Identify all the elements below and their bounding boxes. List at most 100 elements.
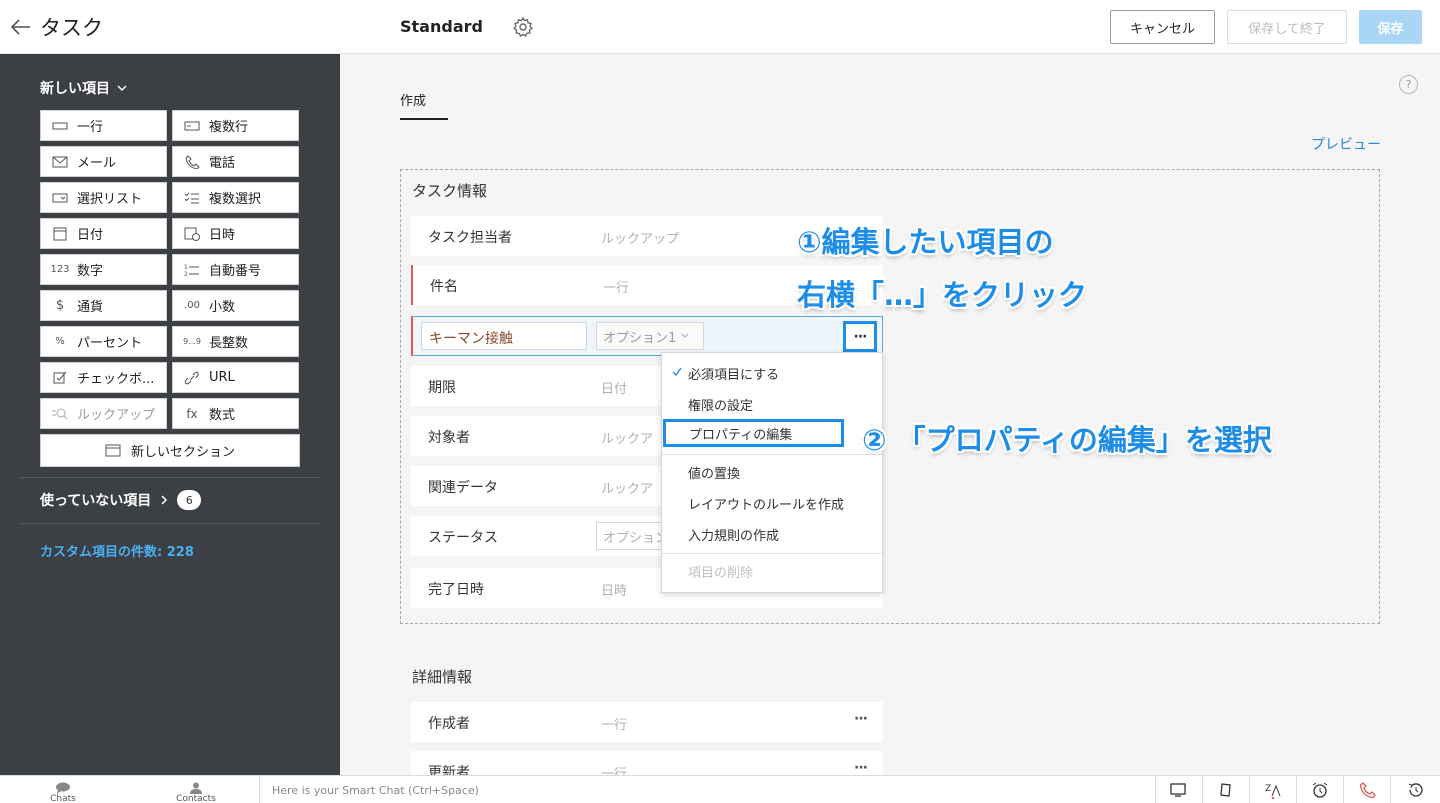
contacts-button[interactable]: Contacts [170,776,222,803]
menu-item-label: 必須項目にする [688,367,780,383]
preview-link[interactable]: プレビュー [1311,134,1381,154]
section-icon [105,444,121,457]
check-icon [672,367,682,377]
unused-items-toggle[interactable]: 使っていない項目 6 [40,490,202,510]
field-type-phone[interactable]: 電話 [172,146,299,177]
field-row[interactable]: 作成者 一行 ··· [411,702,883,742]
help-icon[interactable]: ? [1399,75,1418,94]
field-type: 一行 [603,281,630,296]
chevron-right-icon [161,495,168,505]
field-type-checkbox[interactable]: チェックボ... [40,362,167,393]
calendar-icon [53,227,67,240]
field-type: ルックアップ [601,232,680,247]
field-type-picklist[interactable]: 選択リスト [40,182,167,213]
svg-text:2: 2 [184,271,188,277]
field-type-label: 数字 [77,264,104,279]
picklist-preview[interactable]: オプション1 [596,322,704,350]
field-type-label: 一行 [77,120,104,135]
field-label-input[interactable]: キーマン接触 [421,322,587,350]
menu-item-edit-properties[interactable]: プロパティの編集 [663,419,844,447]
field-type-number[interactable]: 123 数字 [40,254,167,285]
notes-button[interactable] [1202,776,1249,803]
sidebar-divider [20,477,320,478]
tab-create[interactable]: 作成 [400,90,426,109]
new-items-label: 新しい項目 [40,81,110,97]
field-type-multiselect[interactable]: 複数選択 [172,182,299,213]
menu-item-label: レイアウトのルールを作成 [688,497,845,513]
menu-item-replace-values[interactable]: 値の置換 [662,458,882,486]
field-type-datetime[interactable]: 日時 [172,218,299,249]
chats-button[interactable]: Chats [40,776,86,803]
menu-item-permissions[interactable]: 権限の設定 [662,390,882,418]
annotation-step1-line2: 右横「…」をクリック [797,278,1088,312]
screen-share-button[interactable] [1155,776,1202,803]
field-type-single-line[interactable]: 一行 [40,110,167,141]
field-type-label: 通貨 [77,300,104,315]
more-options-button[interactable]: ··· [843,321,877,352]
monitor-icon [1170,783,1186,797]
field-type-percent[interactable]: % パーセント [40,326,167,357]
field-type-label: 日時 [209,228,236,243]
field-type-formula[interactable]: fx 数式 [172,398,299,429]
phone-icon [185,154,200,169]
annotation-step1-line1: ①編集したい項目の [797,225,1054,259]
back-arrow-icon[interactable] [8,14,34,40]
phone-call-button[interactable] [1343,776,1390,803]
field-label: 更新者 [428,765,470,775]
field-type: ルックア [601,432,654,447]
menu-item-make-required[interactable]: 必須項目にする [662,359,882,387]
field-options-menu: 必須項目にする 権限の設定 プロパティの編集 値の置換 レイアウトのルールを作成… [661,352,883,593]
svg-text:Z: Z [1265,784,1271,794]
gear-icon[interactable] [512,16,534,38]
field-type-decimal[interactable]: .00 小数 [172,290,299,321]
field-type-label: 数式 [209,408,236,423]
unused-items-label: 使っていない項目 [40,493,152,509]
save-button[interactable]: 保存 [1359,10,1422,44]
chat-bubble-icon [56,782,70,794]
field-row-selected[interactable]: キーマン接触 オプション1 ··· [411,316,883,356]
sidebar: 新しい項目 一行 複数行 メール 電話 選択リスト 複数選択 日付 日時 123… [0,54,340,775]
field-type-date[interactable]: 日付 [40,218,167,249]
more-options-button[interactable]: ··· [854,760,868,775]
translate-button[interactable]: Z [1249,776,1296,803]
field-type-lookup[interactable]: ルックアップ [40,398,167,429]
field-type-long-integer[interactable]: 9...9 長整数 [172,326,299,357]
menu-item-delete-field[interactable]: 項目の削除 [662,557,882,585]
field-type-currency[interactable]: $ 通貨 [40,290,167,321]
field-type: 一行 [601,718,628,733]
menu-item-label: 項目の削除 [688,565,754,581]
field-type-url[interactable]: URL [172,362,299,393]
menu-item-create-validation-rule[interactable]: 入力規則の作成 [662,520,882,548]
field-type-autonumber[interactable]: 12 自動番号 [172,254,299,285]
mail-icon [52,156,68,167]
new-section-button[interactable]: 新しいセクション [40,434,300,467]
smart-chat-input[interactable]: Here is your Smart Chat (Ctrl+Space) [259,776,1155,803]
field-type: ルックア [601,482,654,497]
cancel-button[interactable]: キャンセル [1110,10,1215,44]
field-type-mail[interactable]: メール [40,146,167,177]
menu-item-label: プロパティの編集 [689,427,793,443]
new-items-dropdown[interactable]: 新しい項目 [40,78,128,98]
custom-field-count: カスタム項目の件数: 228 [40,545,194,560]
menu-item-create-layout-rule[interactable]: レイアウトのルールを作成 [662,489,882,517]
phone-icon [1359,782,1376,799]
autonumber-icon: 12 [184,264,199,277]
field-row[interactable]: 更新者 一行 ··· [411,751,883,775]
new-section-label: 新しいセクション [130,445,235,460]
menu-item-label: 権限の設定 [688,398,754,414]
menu-divider [662,454,882,455]
field-type-label: 電話 [209,156,236,171]
picklist-value: オプション1 [603,330,677,346]
field-type: 一行 [601,767,628,775]
translate-icon: Z [1265,784,1281,799]
datetime-icon [184,227,200,241]
field-label: タスク担当者 [428,230,512,246]
alarm-button[interactable] [1296,776,1343,803]
field-type-multi-line[interactable]: 複数行 [172,110,299,141]
save-and-close-button[interactable]: 保存して終了 [1227,10,1347,44]
field-label: 関連データ [428,480,498,496]
more-options-button[interactable]: ··· [854,711,868,727]
field-label: 対象者 [428,430,470,446]
history-button[interactable] [1390,776,1440,803]
sticky-note-icon [1220,783,1231,797]
